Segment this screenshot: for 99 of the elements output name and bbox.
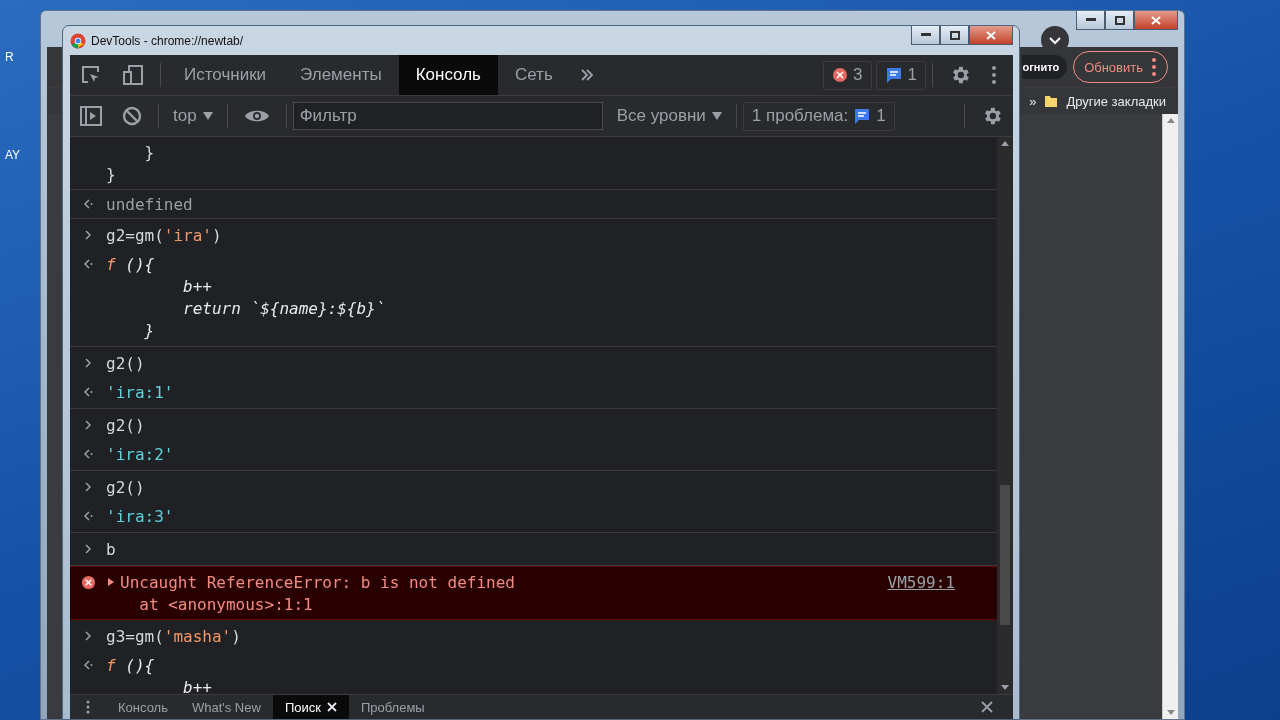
- message-counter[interactable]: 1: [875, 60, 926, 90]
- levels-dropdown[interactable]: Все уровни: [608, 106, 730, 126]
- prompt-icon: [83, 631, 93, 641]
- result-arrow-icon: [83, 387, 93, 397]
- inspect-icon: [80, 64, 102, 86]
- message-icon: [884, 66, 903, 84]
- panel-tab[interactable]: Консоль: [398, 55, 498, 95]
- result-arrow-icon: [83, 660, 93, 670]
- code-text: 'ira:2': [106, 444, 174, 464]
- prompt-icon: [83, 482, 93, 492]
- collapsed-triangle-icon[interactable]: [106, 577, 116, 587]
- code-text: (){: [124, 254, 155, 274]
- maximize-button[interactable]: [1105, 11, 1134, 30]
- code-text: 'ira:3': [106, 506, 174, 526]
- code-text: 'ira': [163, 225, 212, 245]
- scroll-down-icon: [1001, 685, 1009, 690]
- sidebar-icon: [80, 106, 102, 126]
- close-icon: [981, 701, 993, 713]
- minimize-icon: [920, 33, 931, 37]
- close-button[interactable]: [1134, 11, 1178, 30]
- prompt-icon: [83, 230, 93, 240]
- result-arrow-icon: [83, 449, 93, 459]
- prompt-icon: [83, 420, 93, 430]
- device-icon: [122, 64, 144, 86]
- scroll-up-icon: [1001, 141, 1009, 146]
- code-text: }: [143, 320, 155, 340]
- context-selector[interactable]: top: [165, 106, 221, 126]
- drawer-tab[interactable]: Проблемы: [348, 695, 437, 719]
- drawer-tab[interactable]: Поиск: [272, 695, 349, 719]
- double-chevron-icon: [579, 68, 594, 82]
- drawer-tab[interactable]: What's New: [179, 695, 273, 719]
- code-text: f: [106, 655, 116, 675]
- block-icon: [122, 106, 142, 126]
- code-text: }: [143, 142, 155, 162]
- minimize-button[interactable]: [1076, 11, 1105, 30]
- issues-label: 1 проблема:: [751, 106, 849, 126]
- panel-tab[interactable]: Элементы: [283, 55, 399, 95]
- eye-icon: [243, 108, 270, 124]
- code-text: return `${name}:${b}`: [182, 298, 386, 318]
- browser-logo-icon: [70, 33, 86, 49]
- message-icon: [853, 107, 872, 125]
- result-arrow-icon: [83, 199, 93, 209]
- bookmark-folder[interactable]: Другие закладки: [1066, 93, 1166, 109]
- code-text: g2=gm(: [106, 225, 164, 245]
- close-icon: [1151, 15, 1161, 25]
- code-text: 'masha': [163, 626, 232, 646]
- drawer-tab[interactable]: Консоль: [106, 695, 180, 719]
- close-button[interactable]: [969, 26, 1013, 45]
- panel-tab[interactable]: Источники: [167, 55, 284, 95]
- error-icon: [80, 574, 96, 590]
- desktop-icon-label: R: [5, 50, 14, 64]
- scroll-down-icon: [1166, 710, 1175, 715]
- scrollbar-thumb[interactable]: [1000, 485, 1010, 625]
- prompt-icon: [83, 544, 93, 554]
- code-text: b: [106, 539, 116, 559]
- close-icon: [986, 30, 996, 40]
- error-message: Uncaught ReferenceError: b is not defined: [120, 572, 515, 592]
- code-text: g2(): [106, 415, 145, 435]
- source-link[interactable]: VM599:1: [887, 572, 955, 592]
- more-icon: [991, 65, 997, 85]
- more-icon: [86, 700, 90, 714]
- error-icon: [832, 67, 849, 83]
- maximize-icon: [1114, 15, 1125, 25]
- result-arrow-icon: [83, 259, 93, 269]
- dropdown-caret-icon: [711, 112, 722, 120]
- scroll-up-icon: [1166, 118, 1175, 123]
- prompt-icon: [83, 358, 93, 368]
- code-text: undefined: [106, 194, 193, 214]
- profile-chip[interactable]: огнито: [1022, 55, 1068, 79]
- more-icon: [1151, 57, 1157, 77]
- error-counter[interactable]: 3: [823, 60, 872, 90]
- code-text: b++: [182, 276, 212, 296]
- minimize-button[interactable]: [911, 26, 940, 45]
- panel-tab[interactable]: Сеть: [497, 55, 570, 95]
- code-text: f: [106, 254, 116, 274]
- folder-icon: [1044, 94, 1059, 108]
- maximize-button[interactable]: [940, 26, 969, 45]
- dropdown-caret-icon: [202, 112, 213, 120]
- filter-field[interactable]: Фильтр: [292, 102, 603, 130]
- code-text: g2(): [106, 353, 145, 373]
- code-text: }: [106, 164, 116, 184]
- code-text: b++: [182, 677, 212, 694]
- stack-trace: at <anonymous>:1:1: [138, 594, 313, 614]
- close-icon[interactable]: [326, 702, 337, 712]
- code-text: ): [231, 626, 241, 646]
- minimize-icon: [1085, 18, 1096, 22]
- desktop-icon-label: AY: [5, 148, 21, 162]
- code-text: g2(): [106, 477, 145, 497]
- window-title: DevTools - chrome://newtab/: [91, 34, 244, 48]
- result-arrow-icon: [83, 511, 93, 521]
- console-scrollbar[interactable]: [997, 137, 1013, 694]
- bookmarks-overflow[interactable]: »: [1029, 93, 1037, 109]
- code-text: (){: [124, 655, 155, 675]
- issues-button[interactable]: 1 проблема: 1: [742, 101, 895, 131]
- code-text: 'ira:1': [106, 382, 174, 402]
- scrollbar[interactable]: [1162, 114, 1178, 719]
- maximize-icon: [949, 30, 960, 40]
- code-text: ): [211, 225, 222, 245]
- code-text: g3=gm(: [106, 626, 164, 646]
